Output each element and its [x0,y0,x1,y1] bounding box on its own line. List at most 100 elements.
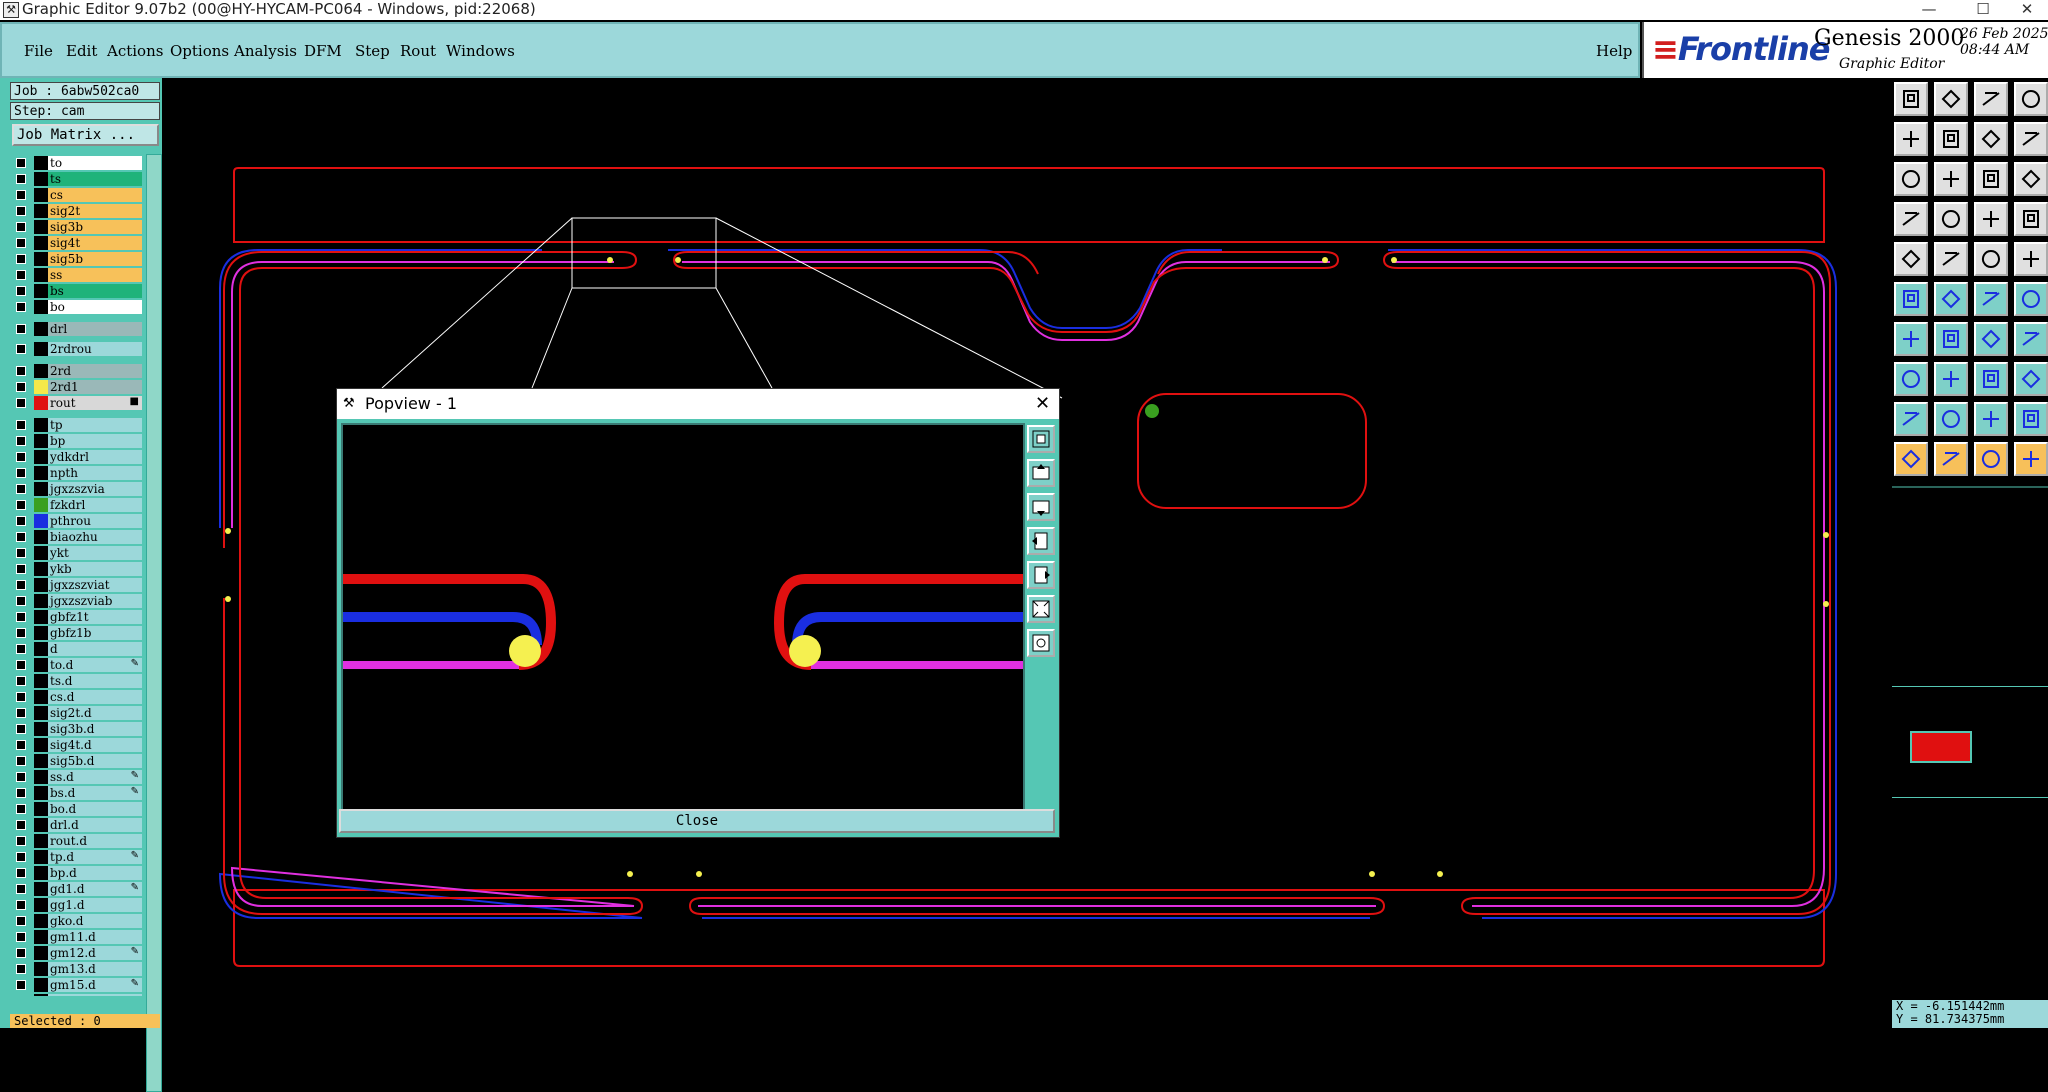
minimize-button[interactable]: — [1906,0,1952,20]
layer-color-swatch[interactable] [34,706,48,720]
layer-color-swatch[interactable] [34,738,48,752]
cross-button[interactable] [1934,282,1968,316]
layer-row[interactable]: fzkdrl [12,498,142,512]
connect-button[interactable] [1894,282,1928,316]
layer-row[interactable]: biaozhu [12,530,142,544]
layer-name[interactable]: 2rd [48,364,142,378]
layer-row[interactable]: gbfz1t [12,610,142,624]
menu-step[interactable]: Step [355,42,390,60]
layer-checkbox[interactable] [16,420,26,430]
layer-checkbox[interactable] [16,206,26,216]
slash-button[interactable] [1934,322,1968,356]
layer-color-swatch[interactable] [34,396,48,410]
layer-row[interactable]: 2rd [12,364,142,378]
layer-color-swatch[interactable] [34,674,48,688]
polygon-button[interactable] [1934,242,1968,276]
layer-row[interactable]: sig2t [12,204,142,218]
popview-close-icon[interactable]: ✕ [1035,389,1050,419]
layer-color-swatch[interactable] [34,882,48,896]
layer-checkbox[interactable] [16,900,26,910]
layer-color-swatch[interactable] [34,268,48,282]
layer-color-swatch[interactable] [34,252,48,266]
layer-color-swatch[interactable] [34,962,48,976]
layer-color-swatch[interactable] [34,450,48,464]
layer-row[interactable]: npth [12,466,142,480]
layer-list-scrollbar[interactable] [146,154,162,1092]
layer-row[interactable]: gm13.d [12,962,142,976]
layer-name[interactable]: bo [48,300,142,314]
overview-thumbnail[interactable] [1910,731,1972,763]
layer-name[interactable]: 2rdrou [48,342,142,356]
text-button[interactable] [2014,322,2048,356]
layer-name[interactable]: jgxzszviab [48,594,142,608]
layer-name[interactable]: cs.d [48,690,142,704]
popview-pan-right-button[interactable] [1027,561,1055,589]
measure-button[interactable] [1894,202,1928,236]
layer-name[interactable]: bs.d [48,786,142,800]
layer-checkbox[interactable] [16,740,26,750]
layer-row[interactable]: d [12,642,142,656]
layer-checkbox[interactable] [16,868,26,878]
layer-checkbox[interactable] [16,660,26,670]
layer-name[interactable]: gbfz1t [48,610,142,624]
layer-row[interactable]: sig5b [12,252,142,266]
layer-row[interactable]: ss [12,268,142,282]
layer-row[interactable]: ss.d ✎ [12,770,142,784]
layer-row[interactable]: bs.d ✎ [12,786,142,800]
popview-close-button[interactable]: Close [339,809,1055,833]
pin-button[interactable] [1934,202,1968,236]
layer-name[interactable]: sig2t [48,204,142,218]
popview-zoom-in-button[interactable] [1027,629,1055,657]
layer-checkbox[interactable] [16,756,26,766]
layer-row[interactable]: drl.d [12,818,142,832]
layer-color-swatch[interactable] [34,546,48,560]
layer-color-swatch[interactable] [34,380,48,394]
layer-name[interactable]: sig2t.d [48,706,142,720]
layer-color-swatch[interactable] [34,300,48,314]
layer-name[interactable]: gg1.d [48,898,142,912]
layer-checkbox[interactable] [16,644,26,654]
layer-checkbox[interactable] [16,548,26,558]
layer-checkbox[interactable] [16,190,26,200]
job-matrix-button[interactable]: Job Matrix ... [12,124,159,146]
layer-name[interactable]: bp.d [48,866,142,880]
layer-name[interactable]: gd1.d [48,882,142,896]
layer-color-swatch[interactable] [34,418,48,432]
bottom-layer-button[interactable] [1934,82,1968,116]
peak-button[interactable] [1934,402,1968,436]
layer-row[interactable]: cs [12,188,142,202]
layer-color-swatch[interactable] [34,690,48,704]
layer-row[interactable]: ykt [12,546,142,560]
snap-right-button[interactable] [1934,122,1968,156]
layer-row[interactable]: jgxzszviab [12,594,142,608]
peak3-button[interactable] [2014,402,2048,436]
layer-color-swatch[interactable] [34,802,48,816]
overview-panel[interactable] [1892,686,2048,798]
layer-checkbox[interactable] [16,724,26,734]
layer-row[interactable]: sig4t [12,236,142,250]
layer-name[interactable]: jgxzszvia [48,482,142,496]
layer-name[interactable]: sig5b [48,252,142,266]
layer-checkbox[interactable] [16,484,26,494]
zoom-window-button[interactable] [1934,162,1968,196]
help-button[interactable] [2014,162,2048,196]
route-button[interactable] [2014,442,2048,476]
layer-row[interactable]: gm16.d [12,994,142,996]
select-arrow-button[interactable] [1894,442,1928,476]
layer-name[interactable]: sig3b.d [48,722,142,736]
popview-zoom-fit-button[interactable] [1027,425,1055,453]
layer-checkbox[interactable] [16,324,26,334]
layer-color-swatch[interactable] [34,994,48,996]
layer-checkbox[interactable] [16,516,26,526]
layer-checkbox[interactable] [16,398,26,408]
layer-color-swatch[interactable] [34,754,48,768]
menu-actions[interactable]: Actions [107,42,163,60]
layer-row[interactable]: ts.d [12,674,142,688]
layer-name[interactable]: sig4t [48,236,142,250]
menu-windows[interactable]: Windows [446,42,515,60]
layer-row[interactable]: gbfz1b [12,626,142,640]
layer-checkbox[interactable] [16,628,26,638]
layer-row[interactable]: gg1.d [12,898,142,912]
layer-checkbox[interactable] [16,222,26,232]
layer-color-swatch[interactable] [34,930,48,944]
